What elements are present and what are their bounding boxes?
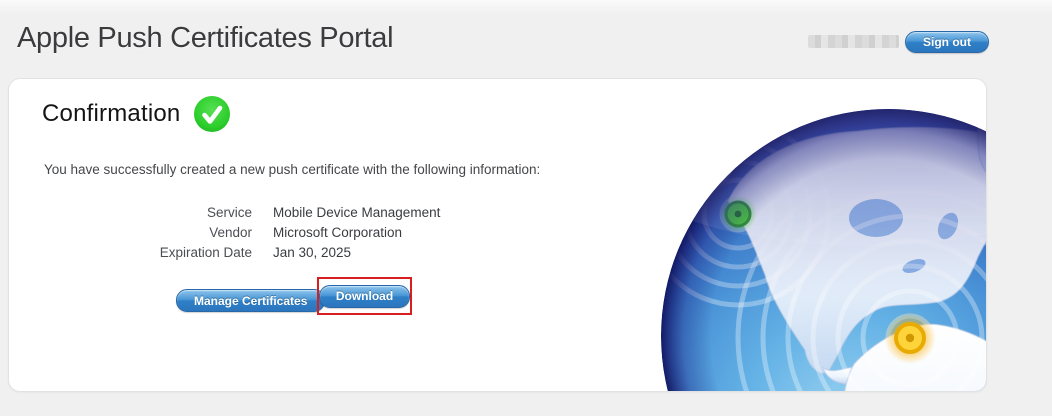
confirmation-heading: Confirmation [42, 100, 181, 127]
page-header: Apple Push Certificates Portal Sign out [0, 0, 1052, 78]
globe-gloss [661, 109, 986, 246]
globe-icon [661, 109, 986, 391]
download-button[interactable]: Download [318, 284, 411, 308]
info-label-vendor: Vendor [209, 225, 252, 240]
green-push-origin-icon [719, 195, 757, 233]
redacted-username [808, 35, 899, 48]
yellow-push-origin-icon [884, 312, 936, 364]
globe-inland-water [849, 199, 959, 273]
yellow-ripples [735, 163, 986, 391]
info-label-expiration: Expiration Date [159, 245, 252, 260]
info-label-service: Service [206, 205, 252, 220]
globe-graphic [655, 79, 986, 391]
sign-out-button[interactable]: Sign out [905, 31, 989, 53]
certificate-info: Service Mobile Device Management Vendor … [43, 203, 441, 263]
success-check-icon [194, 96, 231, 132]
success-message: You have successfully created a new push… [44, 162, 541, 177]
globe-ocean [661, 109, 986, 391]
globe-top-shade [661, 109, 986, 391]
green-ripples [661, 120, 832, 308]
confirmation-heading-row: Confirmation [42, 96, 231, 132]
info-value-expiration: Jan 30, 2025 [273, 245, 352, 260]
globe-landmasses [663, 115, 986, 391]
confirmation-panel: Confirmation You have successfully creat… [8, 78, 987, 392]
manage-certificates-button[interactable]: Manage Certificates [176, 289, 326, 312]
page-title: Apple Push Certificates Portal [17, 22, 394, 54]
globe-rim-shade [661, 109, 986, 391]
info-value-vendor: Microsoft Corporation [273, 225, 403, 240]
download-highlight-box: Download [317, 277, 412, 315]
info-value-service: Mobile Device Management [273, 205, 441, 220]
